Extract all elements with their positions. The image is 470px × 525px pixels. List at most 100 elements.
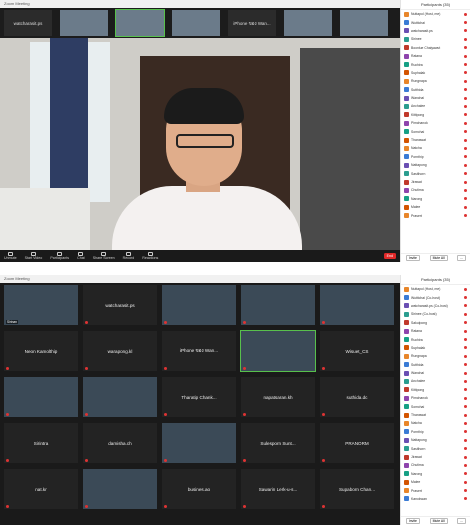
participant-row[interactable]: Natcha — [401, 419, 470, 427]
participant-thumbnail[interactable] — [115, 9, 165, 37]
gallery-tile[interactable]: Sawarin Lerk-u-s... — [241, 469, 315, 509]
participant-row[interactable]: Jirawat — [401, 453, 470, 461]
gallery-tile[interactable] — [162, 423, 236, 463]
active-speaker-video[interactable] — [0, 38, 400, 252]
gallery-tile[interactable] — [162, 285, 236, 325]
participants-footer-button[interactable]: ... — [457, 518, 467, 524]
participant-row[interactable]: Wuttichai (Co-host) — [401, 293, 470, 301]
toolbar-button-chat[interactable]: Chat — [77, 251, 85, 260]
participant-row[interactable]: Sirinee — [401, 35, 470, 43]
participant-row[interactable]: Sasithorn — [401, 444, 470, 452]
gallery-tile[interactable]: napatsaran.kh — [241, 377, 315, 417]
toolbar-button-start-video[interactable]: Start Video — [25, 251, 42, 260]
gallery-tile[interactable] — [240, 330, 316, 372]
participant-row[interactable]: Sasithorn — [401, 169, 470, 177]
gallery-tile[interactable]: suthida.dc — [320, 377, 394, 417]
participant-row[interactable]: Boonlue Chaiyawut — [401, 44, 470, 52]
participant-thumbnail[interactable]: watcharasit.ps — [4, 10, 52, 36]
participant-row[interactable]: Narong — [401, 195, 470, 203]
participant-row[interactable]: Ruchira — [401, 60, 470, 68]
participant-row[interactable]: Somchai — [401, 402, 470, 410]
gallery-tile[interactable]: Neon Kamolthip — [4, 331, 78, 371]
participant-row[interactable]: Wanchai — [401, 369, 470, 377]
participant-row[interactable]: Sutthida — [401, 86, 470, 94]
participant-row[interactable]: Pornthip — [401, 428, 470, 436]
participants-footer-button[interactable]: Invite — [405, 255, 420, 261]
gallery-tile[interactable]: Tharatip Chank... — [162, 377, 236, 417]
participant-row[interactable]: Nattapong — [401, 436, 470, 444]
toolbar-button-record[interactable]: Record — [123, 251, 134, 260]
gallery-tile[interactable]: busines.ao — [162, 469, 236, 509]
participant-row[interactable]: Sakulpong — [401, 319, 470, 327]
participant-row[interactable]: watcharasit.ps — [401, 27, 470, 35]
participant-row[interactable]: Kittipong — [401, 111, 470, 119]
participant-row[interactable]: Malee — [401, 478, 470, 486]
toolbar-button-unmute[interactable]: Unmute — [4, 251, 17, 260]
participants-footer-button[interactable]: Mute All — [429, 518, 448, 524]
gallery-tile[interactable]: Sirintra — [4, 423, 78, 463]
participant-row[interactable]: Prasert — [401, 211, 470, 219]
participant-row[interactable]: Suphalak — [401, 69, 470, 77]
participant-row[interactable]: watcharasit.ps (Co-host) — [401, 302, 470, 310]
participant-row[interactable]: Pimchanok — [401, 119, 470, 127]
participant-row[interactable]: Rungnapa — [401, 77, 470, 85]
participant-row[interactable]: Ratana — [401, 52, 470, 60]
participant-row[interactable]: Wanchai — [401, 94, 470, 102]
participants-footer-button[interactable]: ... — [457, 255, 467, 261]
gallery-tile[interactable]: PRANORM — [320, 423, 394, 463]
participant-row[interactable]: Pornthip — [401, 153, 470, 161]
participant-row[interactable]: Nattapong — [401, 161, 470, 169]
participant-row[interactable]: Jirawat — [401, 178, 470, 186]
speaker-hair — [164, 88, 244, 124]
gallery-tile[interactable]: Sirinan — [4, 285, 78, 325]
toolbar-button-share-screen[interactable]: Share Screen — [93, 251, 115, 260]
gallery-tile[interactable]: watcharasit.ps — [83, 285, 157, 325]
participant-row[interactable]: Suphalak — [401, 344, 470, 352]
participant-thumbnail[interactable] — [340, 10, 388, 36]
participant-thumbnail[interactable] — [284, 10, 332, 36]
participant-row[interactable]: Kanokwan — [401, 495, 470, 503]
participant-row[interactable]: Sutthida — [401, 361, 470, 369]
participant-row[interactable]: Nuttapol (Host, me) — [401, 285, 470, 293]
participant-row[interactable]: Pimchanok — [401, 394, 470, 402]
participant-thumbnail[interactable] — [60, 10, 108, 36]
participant-row[interactable]: Somchai — [401, 127, 470, 135]
participant-row[interactable]: Anchalee — [401, 102, 470, 110]
participant-row[interactable]: Rungnapa — [401, 352, 470, 360]
gallery-tile[interactable] — [320, 285, 394, 325]
participant-row[interactable]: Chutima — [401, 186, 470, 194]
toolbar-button-participants[interactable]: Participants — [50, 251, 69, 260]
gallery-tile[interactable]: Sulesporn Sunt... — [241, 423, 315, 463]
participant-row[interactable]: Thanawat — [401, 411, 470, 419]
participant-row[interactable]: Malee — [401, 203, 470, 211]
participant-row[interactable]: Prasert — [401, 486, 470, 494]
toolbar-button-reactions[interactable]: Reactions — [142, 251, 158, 260]
gallery-tile[interactable] — [83, 377, 157, 417]
gallery-tile[interactable]: iPhone ของ Wan... — [162, 331, 236, 371]
participants-footer-button[interactable]: Invite — [405, 518, 420, 524]
participant-thumbnail[interactable]: iPhone ของ Wan... — [228, 10, 276, 36]
gallery-tile[interactable]: damisha.ch — [83, 423, 157, 463]
participants-footer-button[interactable]: Mute All — [429, 255, 448, 261]
participant-row[interactable]: Natcha — [401, 144, 470, 152]
gallery-tile[interactable]: Wisuet_CS — [320, 331, 394, 371]
gallery-tile[interactable]: Supaborn Chan... — [320, 469, 394, 509]
gallery-tile[interactable] — [83, 469, 157, 509]
gallery-tile[interactable]: nat.kr — [4, 469, 78, 509]
participant-row[interactable]: Kittipong — [401, 386, 470, 394]
participant-row[interactable]: Anchalee — [401, 377, 470, 385]
participant-row[interactable]: Sirinee (Co-host) — [401, 310, 470, 318]
participant-row[interactable]: Chutima — [401, 461, 470, 469]
participant-row[interactable]: Wuttichai — [401, 18, 470, 26]
participant-row[interactable]: Thanawat — [401, 136, 470, 144]
gallery-tile[interactable] — [4, 377, 78, 417]
participant-thumbnail[interactable] — [172, 10, 220, 36]
end-meeting-button[interactable]: End — [383, 253, 396, 259]
participant-row[interactable]: Narong — [401, 470, 470, 478]
participant-row[interactable]: Ruchira — [401, 335, 470, 343]
muted-mic-icon — [464, 489, 467, 493]
gallery-tile[interactable] — [241, 285, 315, 325]
participant-row[interactable]: Ratana — [401, 327, 470, 335]
participant-row[interactable]: Nuttapol (Host, me) — [401, 10, 470, 18]
gallery-tile[interactable]: warapong.kl — [83, 331, 157, 371]
